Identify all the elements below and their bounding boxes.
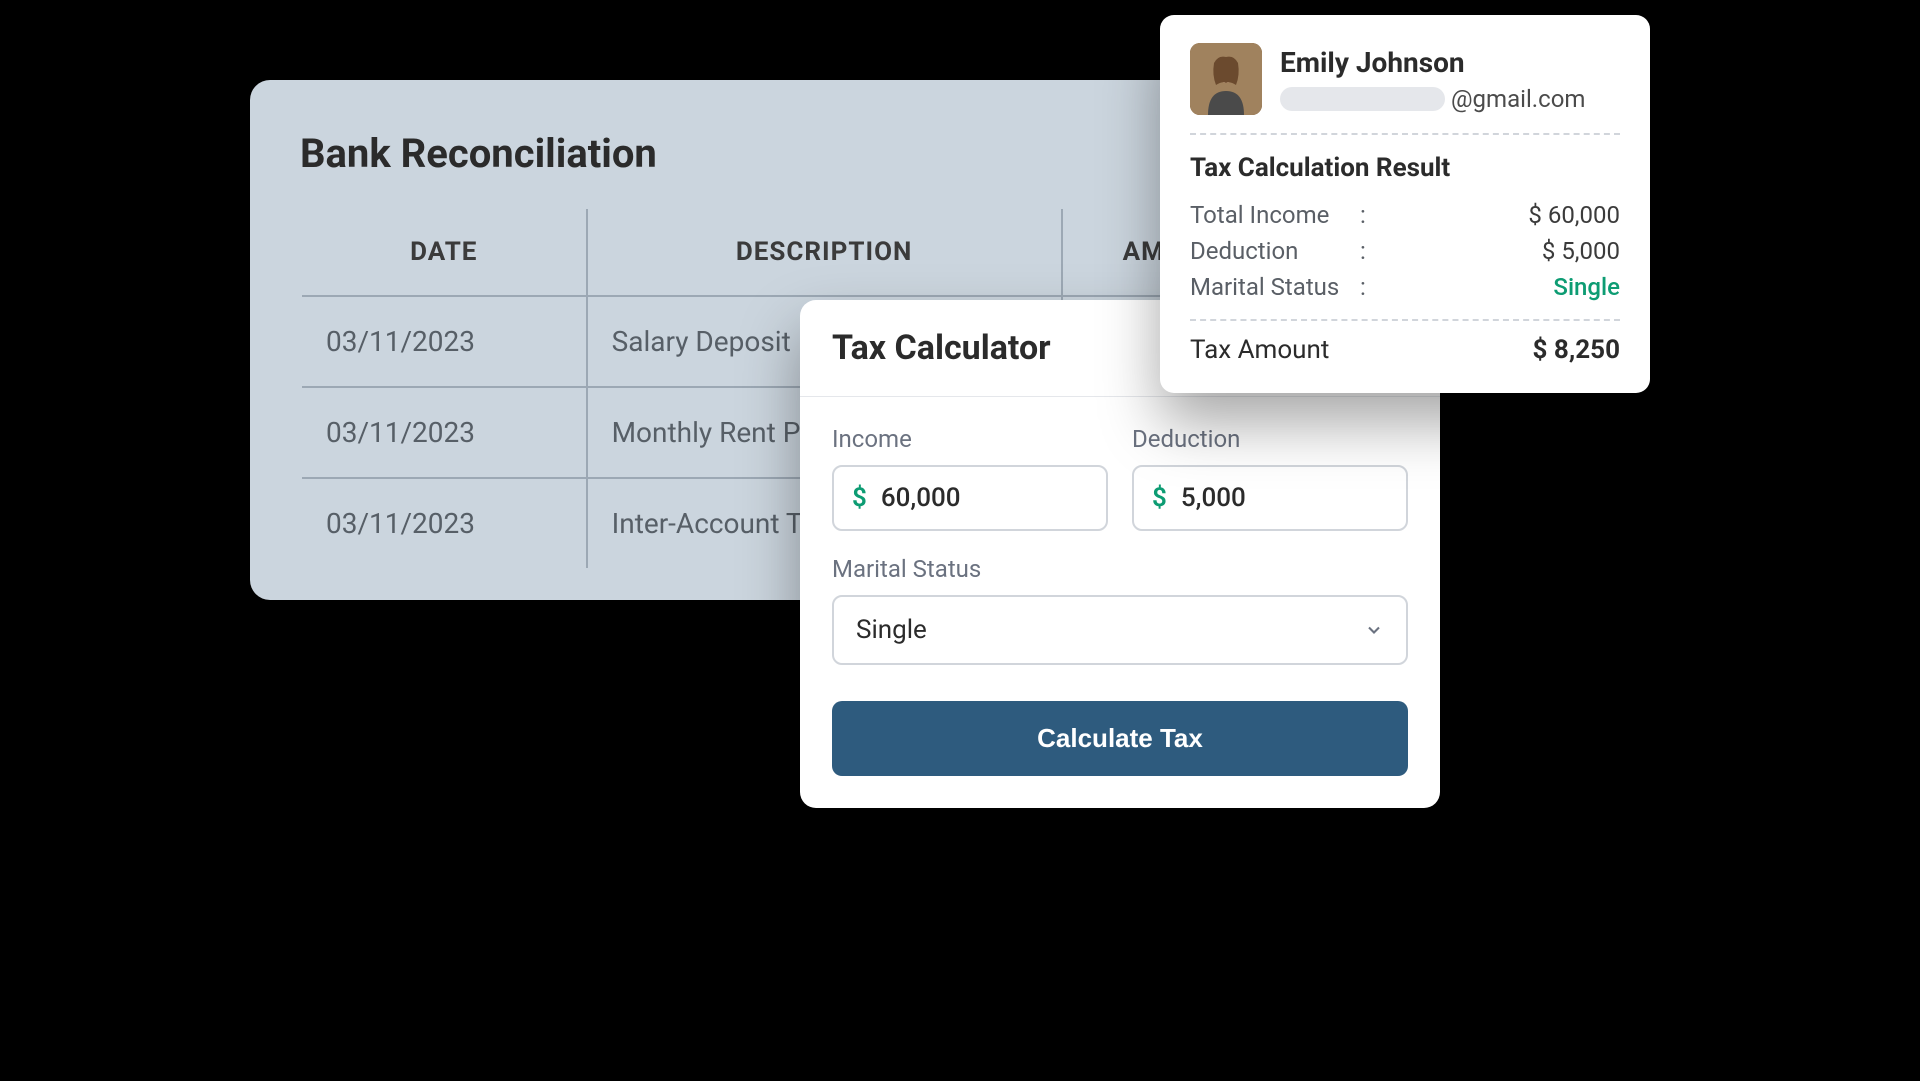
income-input[interactable]: $ 60,000 bbox=[832, 465, 1108, 531]
cell-date: 03/11/2023 bbox=[301, 387, 587, 478]
result-title: Tax Calculation Result bbox=[1190, 153, 1620, 183]
bank-title: Bank Reconciliation bbox=[300, 130, 1300, 177]
deduction-input[interactable]: $ 5,000 bbox=[1132, 465, 1408, 531]
dollar-icon: $ bbox=[1152, 483, 1167, 513]
marital-status-select[interactable]: Single bbox=[832, 595, 1408, 665]
table-header-description: DESCRIPTION bbox=[587, 208, 1062, 296]
email-redacted bbox=[1280, 87, 1445, 111]
tax-result-card: Emily Johnson @gmail.com Tax Calculation… bbox=[1160, 15, 1650, 393]
chevron-down-icon bbox=[1364, 620, 1384, 640]
cell-date: 03/11/2023 bbox=[301, 296, 587, 387]
cell-date: 03/11/2023 bbox=[301, 478, 587, 569]
profile-name: Emily Johnson bbox=[1280, 46, 1620, 79]
email-domain: @gmail.com bbox=[1451, 85, 1585, 113]
avatar bbox=[1190, 43, 1262, 115]
result-line-deduction: Deduction : $ 5,000 bbox=[1190, 233, 1620, 269]
result-line-status: Marital Status : Single bbox=[1190, 269, 1620, 305]
table-header-date: DATE bbox=[301, 208, 587, 296]
profile-email: @gmail.com bbox=[1280, 85, 1620, 113]
income-value: 60,000 bbox=[881, 483, 961, 513]
result-line-income: Total Income : $ 60,000 bbox=[1190, 197, 1620, 233]
calculate-tax-button[interactable]: Calculate Tax bbox=[832, 701, 1408, 776]
dollar-icon: $ bbox=[852, 483, 867, 513]
marital-status-label: Marital Status bbox=[832, 555, 1408, 583]
deduction-value: 5,000 bbox=[1181, 483, 1246, 513]
marital-status-value: Single bbox=[856, 615, 927, 645]
result-tax-amount: Tax Amount $ 8,250 bbox=[1190, 335, 1620, 365]
deduction-label: Deduction bbox=[1132, 425, 1408, 453]
income-label: Income bbox=[832, 425, 1108, 453]
